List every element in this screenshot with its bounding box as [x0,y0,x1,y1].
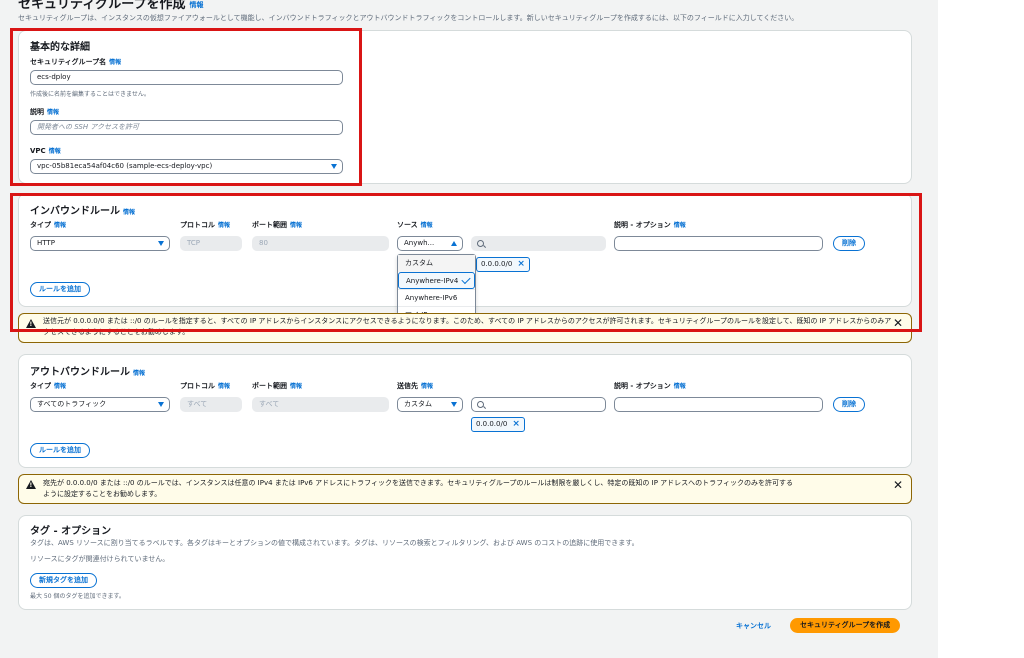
tags-heading: タグ - オプション [30,526,112,537]
outbound-protocol-field: すべて [180,397,242,412]
basic-details-heading: 基本的な詳細 [30,42,90,53]
outbound-dest-info-link[interactable]: 情報 [421,383,433,390]
vpc-label: VPC 情報 [30,147,61,155]
inbound-warning-text: 送信元が 0.0.0.0/0 または ::/0 のルールを指定すると、すべての … [43,317,892,336]
dropdown-option-anywhere-ipv4[interactable]: Anywhere-IPv4 [398,272,475,289]
outbound-info-link[interactable]: 情報 [133,370,145,377]
inbound-description-input[interactable] [614,236,823,251]
outbound-col-type: タイプ 情報 [30,382,67,390]
sg-name-info-link[interactable]: 情報 [109,59,121,66]
description-info-link[interactable]: 情報 [47,109,59,116]
check-icon [461,274,471,285]
outbound-desc-info-link[interactable]: 情報 [674,383,686,390]
inbound-warning-alert: 送信元が 0.0.0.0/0 または ::/0 のルールを指定すると、すべての … [18,313,912,343]
warning-icon [26,480,36,489]
description-input[interactable]: 開発者への SSH アクセスを許可 [30,120,343,135]
inbound-port-info-link[interactable]: 情報 [290,222,302,229]
inbound-delete-button[interactable]: 削除 [833,236,865,251]
chevron-down-icon [158,241,164,246]
page-description: セキュリティグループは、インスタンスの仮想ファイアウォールとして機能し、インバウ… [18,14,799,22]
sg-name-hint: 作成後に名前を編集することはできません。 [30,91,150,98]
inbound-type-select[interactable]: HTTP [30,236,170,251]
inbound-add-rule-button[interactable]: ルールを追加 [30,282,90,297]
outbound-col-port: ポート範囲 情報 [252,382,303,390]
dropdown-option-anywhere-ipv6[interactable]: Anywhere-IPv6 [398,289,475,306]
close-icon[interactable]: ✕ [893,479,903,491]
inbound-source-info-link[interactable]: 情報 [421,222,433,229]
sg-name-input[interactable]: ecs-dploy [30,70,343,85]
outbound-destination-search[interactable] [471,397,606,412]
tags-description: タグは、AWS リソースに割り当てるラベルです。各タグはキーとオプションの値で構… [30,539,639,547]
vpc-select[interactable]: vpc-05b81eca54af04c60 (sample-ecs-deploy… [30,159,343,174]
add-tag-button[interactable]: 新規タグを追加 [30,573,97,588]
inbound-info-link[interactable]: 情報 [123,209,135,216]
inbound-col-type: タイプ 情報 [30,221,67,229]
inbound-port-field: 80 [252,236,389,251]
chevron-up-icon [451,241,457,246]
inbound-desc-info-link[interactable]: 情報 [674,222,686,229]
tags-limit-hint: 最大 50 個のタグを追加できます。 [30,593,125,600]
warning-icon [26,319,36,328]
outbound-destination-select[interactable]: カスタム [397,397,463,412]
outbound-col-destination: 送信先 情報 [397,382,434,390]
outbound-type-select[interactable]: すべてのトラフィック [30,397,170,412]
inbound-protocol-field: TCP [180,236,242,251]
outbound-warning-text-line2: ように設定することをお勧めします。 [43,490,162,498]
tags-empty-text: リソースにタグが関連付けられていません。 [30,555,170,563]
inbound-source-select[interactable]: Anywh... [397,236,463,251]
outbound-col-protocol: プロトコル 情報 [180,382,231,390]
search-icon [477,240,484,247]
outbound-delete-button[interactable]: 削除 [833,397,865,412]
close-icon[interactable]: × [517,259,525,269]
inbound-source-search[interactable] [471,236,606,251]
inbound-col-description: 説明 - オプション 情報 [614,221,686,229]
outbound-warning-alert: 宛先が 0.0.0.0/0 または ::/0 のルールでは、インスタンスは任意の… [18,474,912,504]
outbound-col-description: 説明 - オプション 情報 [614,382,686,390]
inbound-cidr-token[interactable]: 0.0.0.0/0 × [476,257,530,272]
right-margin [938,0,1024,658]
inbound-rules-heading: インバウンドルール 情報 [30,206,136,217]
cancel-button[interactable]: キャンセル [736,621,771,631]
outbound-cidr-token[interactable]: 0.0.0.0/0 × [471,417,525,432]
inbound-protocol-info-link[interactable]: 情報 [218,222,230,229]
chevron-down-icon [331,164,337,169]
title-info-link[interactable]: 情報 [189,1,203,9]
sg-name-label: セキュリティグループ名 情報 [30,58,122,66]
outbound-add-rule-button[interactable]: ルールを追加 [30,443,90,458]
inbound-col-port: ポート範囲 情報 [252,221,303,229]
chevron-down-icon [158,402,164,407]
inbound-type-info-link[interactable]: 情報 [54,222,66,229]
close-icon[interactable]: ✕ [893,317,903,329]
outbound-protocol-info-link[interactable]: 情報 [218,383,230,390]
page-title: セキュリティグループを作成 情報 [18,0,204,12]
outbound-rules-heading: アウトバウンドルール 情報 [30,367,146,378]
chevron-down-icon [451,402,457,407]
search-icon [477,401,484,408]
close-icon[interactable]: × [512,419,520,429]
inbound-col-protocol: プロトコル 情報 [180,221,231,229]
dropdown-option-custom[interactable]: カスタム [398,255,475,272]
outbound-port-field: すべて [252,397,389,412]
vpc-info-link[interactable]: 情報 [49,148,61,155]
outbound-type-info-link[interactable]: 情報 [54,383,66,390]
outbound-description-input[interactable] [614,397,823,412]
create-security-group-button[interactable]: セキュリティグループを作成 [790,618,901,633]
description-label: 説明 情報 [30,108,60,116]
outbound-port-info-link[interactable]: 情報 [290,383,302,390]
inbound-col-source: ソース 情報 [397,221,433,229]
outbound-warning-text-line1: 宛先が 0.0.0.0/0 または ::/0 のルールでは、インスタンスは任意の… [43,479,794,487]
